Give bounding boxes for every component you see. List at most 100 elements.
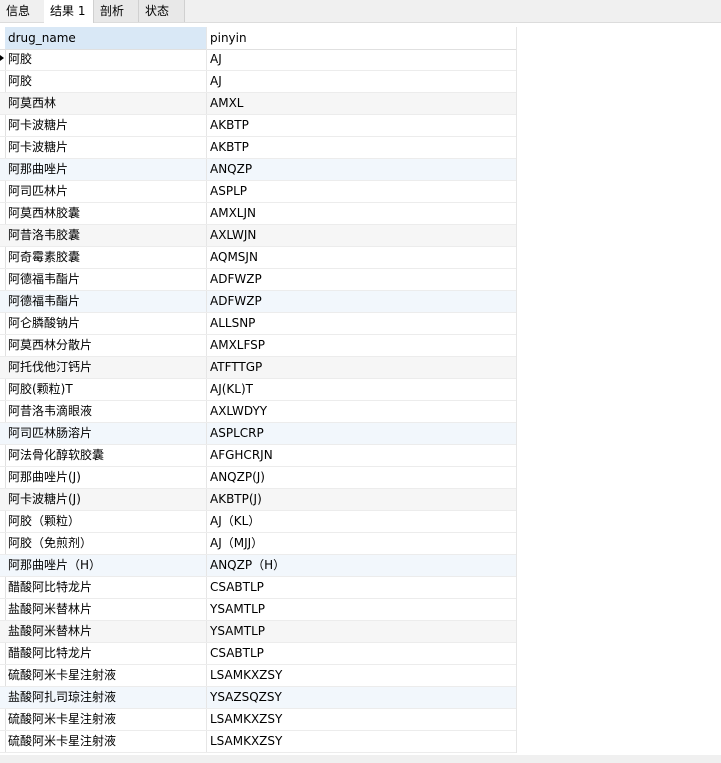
cell-pinyin[interactable]: LSAMKXZSY xyxy=(206,731,516,752)
cell-drug-name[interactable]: 阿法骨化醇软胶囊 xyxy=(5,445,206,466)
cell-drug-name[interactable]: 阿德福韦酯片 xyxy=(5,291,206,312)
cell-pinyin[interactable]: AQMSJN xyxy=(206,247,516,268)
table-row[interactable]: 阿德福韦酯片 ADFWZP xyxy=(0,269,516,291)
cell-drug-name[interactable]: 阿昔洛韦滴眼液 xyxy=(5,401,206,422)
table-row[interactable]: 醋酸阿比特龙片 CSABTLP xyxy=(0,643,516,665)
cell-pinyin[interactable]: AJ（KL） xyxy=(206,511,516,532)
cell-pinyin[interactable]: AFGHCRJN xyxy=(206,445,516,466)
cell-drug-name[interactable]: 阿那曲唑片 xyxy=(5,159,206,180)
cell-drug-name[interactable]: 阿德福韦酯片 xyxy=(5,269,206,290)
cell-pinyin[interactable]: ANQZP xyxy=(206,159,516,180)
cell-drug-name[interactable]: 阿托伐他汀钙片 xyxy=(5,357,206,378)
cell-pinyin[interactable]: ASPLCRP xyxy=(206,423,516,444)
column-header-drug-name[interactable]: drug_name xyxy=(5,27,206,49)
cell-drug-name[interactable]: 阿卡波糖片 xyxy=(5,115,206,136)
cell-pinyin[interactable]: ADFWZP xyxy=(206,269,516,290)
cell-pinyin[interactable]: YSAMTLP xyxy=(206,621,516,642)
cell-pinyin[interactable]: YSAZSQZSY xyxy=(206,687,516,708)
tab-profile[interactable]: 剖析 xyxy=(94,0,139,22)
table-row[interactable]: 阿莫西林分散片 AMXLFSP xyxy=(0,335,516,357)
cell-pinyin[interactable]: AJ(KL)T xyxy=(206,379,516,400)
table-row[interactable]: 阿那曲唑片（H） ANQZP（H） xyxy=(0,555,516,577)
table-row[interactable]: 盐酸阿米替林片 YSAMTLP xyxy=(0,599,516,621)
cell-drug-name[interactable]: 阿胶 xyxy=(5,49,206,70)
cell-pinyin[interactable]: ATFTTGP xyxy=(206,357,516,378)
column-header-pinyin[interactable]: pinyin xyxy=(206,27,516,49)
table-row[interactable]: 阿胶（颗粒） AJ（KL） xyxy=(0,511,516,533)
cell-drug-name[interactable]: 阿胶 xyxy=(5,71,206,92)
tab-info[interactable]: 信息 xyxy=(0,0,44,22)
cell-drug-name[interactable]: 阿胶（颗粒） xyxy=(5,511,206,532)
table-row[interactable]: 阿昔洛韦滴眼液 AXLWDYY xyxy=(0,401,516,423)
cell-pinyin[interactable]: ADFWZP xyxy=(206,291,516,312)
cell-drug-name[interactable]: 硫酸阿米卡星注射液 xyxy=(5,709,206,730)
cell-pinyin[interactable]: AJ xyxy=(206,49,516,70)
table-row[interactable]: 醋酸阿比特龙片 CSABTLP xyxy=(0,577,516,599)
cell-pinyin[interactable]: AKBTP(J) xyxy=(206,489,516,510)
cell-drug-name[interactable]: 阿司匹林肠溶片 xyxy=(5,423,206,444)
table-row[interactable]: 阿托伐他汀钙片 ATFTTGP xyxy=(0,357,516,379)
cell-drug-name[interactable]: 阿卡波糖片 xyxy=(5,137,206,158)
cell-pinyin[interactable]: ALLSNP xyxy=(206,313,516,334)
cell-drug-name[interactable]: 阿卡波糖片(J) xyxy=(5,489,206,510)
cell-drug-name[interactable]: 醋酸阿比特龙片 xyxy=(5,577,206,598)
table-row[interactable]: 阿那曲唑片(J) ANQZP(J) xyxy=(0,467,516,489)
cell-pinyin[interactable]: ANQZP(J) xyxy=(206,467,516,488)
cell-pinyin[interactable]: AMXLJN xyxy=(206,203,516,224)
tab-result-1[interactable]: 结果 1 xyxy=(44,0,94,23)
table-row[interactable]: 阿胶(颗粒)T AJ(KL)T xyxy=(0,379,516,401)
cell-drug-name[interactable]: 醋酸阿比特龙片 xyxy=(5,643,206,664)
table-row[interactable]: 阿昔洛韦胶囊 AXLWJN xyxy=(0,225,516,247)
cell-drug-name[interactable]: 阿奇霉素胶囊 xyxy=(5,247,206,268)
cell-pinyin[interactable]: AJ（MJJ） xyxy=(206,533,516,554)
cell-pinyin[interactable]: AMXL xyxy=(206,93,516,114)
table-row[interactable]: 阿胶 AJ xyxy=(0,49,516,71)
cell-pinyin[interactable]: YSAMTLP xyxy=(206,599,516,620)
table-row[interactable]: 盐酸阿扎司琼注射液 YSAZSQZSY xyxy=(0,687,516,709)
cell-pinyin[interactable]: LSAMKXZSY xyxy=(206,665,516,686)
table-row[interactable]: 阿司匹林片 ASPLP xyxy=(0,181,516,203)
table-row[interactable]: 阿卡波糖片 AKBTP xyxy=(0,115,516,137)
cell-pinyin[interactable]: CSABTLP xyxy=(206,643,516,664)
cell-pinyin[interactable]: AJ xyxy=(206,71,516,92)
table-row[interactable]: 阿卡波糖片(J) AKBTP(J) xyxy=(0,489,516,511)
cell-drug-name[interactable]: 盐酸阿扎司琼注射液 xyxy=(5,687,206,708)
cell-drug-name[interactable]: 阿司匹林片 xyxy=(5,181,206,202)
cell-drug-name[interactable]: 阿仑膦酸钠片 xyxy=(5,313,206,334)
table-row[interactable]: 阿德福韦酯片 ADFWZP xyxy=(0,291,516,313)
cell-drug-name[interactable]: 阿那曲唑片(J) xyxy=(5,467,206,488)
cell-drug-name[interactable]: 阿胶（免煎剂） xyxy=(5,533,206,554)
cell-pinyin[interactable]: AKBTP xyxy=(206,137,516,158)
table-row[interactable]: 阿奇霉素胶囊 AQMSJN xyxy=(0,247,516,269)
cell-pinyin[interactable]: LSAMKXZSY xyxy=(206,709,516,730)
cell-drug-name[interactable]: 阿莫西林分散片 xyxy=(5,335,206,356)
table-row[interactable]: 阿卡波糖片 AKBTP xyxy=(0,137,516,159)
cell-pinyin[interactable]: AXLWJN xyxy=(206,225,516,246)
table-row[interactable]: 阿法骨化醇软胶囊 AFGHCRJN xyxy=(0,445,516,467)
table-row[interactable]: 盐酸阿米替林片 YSAMTLP xyxy=(0,621,516,643)
cell-drug-name[interactable]: 盐酸阿米替林片 xyxy=(5,621,206,642)
table-row[interactable]: 硫酸阿米卡星注射液 LSAMKXZSY xyxy=(0,731,516,753)
cell-drug-name[interactable]: 阿那曲唑片（H） xyxy=(5,555,206,576)
cell-drug-name[interactable]: 阿莫西林胶囊 xyxy=(5,203,206,224)
table-row[interactable]: 阿胶（免煎剂） AJ（MJJ） xyxy=(0,533,516,555)
cell-pinyin[interactable]: AXLWDYY xyxy=(206,401,516,422)
cell-pinyin[interactable]: AMXLFSP xyxy=(206,335,516,356)
cell-drug-name[interactable]: 硫酸阿米卡星注射液 xyxy=(5,665,206,686)
table-row[interactable]: 阿司匹林肠溶片 ASPLCRP xyxy=(0,423,516,445)
table-row[interactable]: 硫酸阿米卡星注射液 LSAMKXZSY xyxy=(0,709,516,731)
cell-drug-name[interactable]: 阿胶(颗粒)T xyxy=(5,379,206,400)
cell-drug-name[interactable]: 阿昔洛韦胶囊 xyxy=(5,225,206,246)
cell-drug-name[interactable]: 盐酸阿米替林片 xyxy=(5,599,206,620)
tab-status[interactable]: 状态 xyxy=(139,0,185,22)
cell-pinyin[interactable]: ASPLP xyxy=(206,181,516,202)
cell-pinyin[interactable]: ANQZP（H） xyxy=(206,555,516,576)
table-row[interactable]: 阿那曲唑片 ANQZP xyxy=(0,159,516,181)
table-row[interactable]: 阿胶 AJ xyxy=(0,71,516,93)
table-row[interactable]: 阿仑膦酸钠片 ALLSNP xyxy=(0,313,516,335)
cell-drug-name[interactable]: 阿莫西林 xyxy=(5,93,206,114)
table-row[interactable]: 硫酸阿米卡星注射液 LSAMKXZSY xyxy=(0,665,516,687)
cell-drug-name[interactable]: 硫酸阿米卡星注射液 xyxy=(5,731,206,752)
cell-pinyin[interactable]: CSABTLP xyxy=(206,577,516,598)
table-row[interactable]: 阿莫西林胶囊 AMXLJN xyxy=(0,203,516,225)
